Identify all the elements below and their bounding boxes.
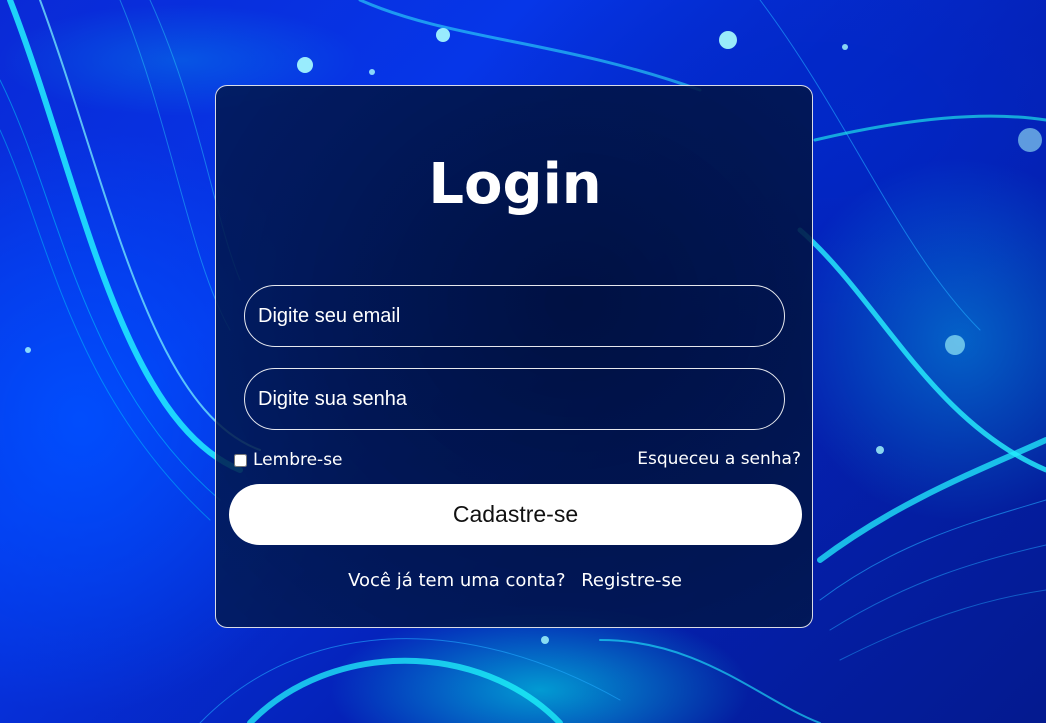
- remember-checkbox[interactable]: [234, 453, 247, 467]
- email-field[interactable]: [244, 285, 785, 347]
- account-prompt-text: Você já tem uma conta?: [348, 570, 566, 591]
- signup-button[interactable]: Cadastre-se: [229, 484, 802, 545]
- register-link[interactable]: Registre-se: [581, 570, 682, 591]
- remember-me[interactable]: Lembre-se: [234, 450, 343, 470]
- account-prompt: Você já tem uma conta? Registre-se: [0, 570, 1030, 591]
- forgot-password-link[interactable]: Esqueceu a senha?: [637, 449, 801, 469]
- remember-label: Lembre-se: [253, 450, 343, 470]
- password-field[interactable]: [244, 368, 785, 430]
- page-title: Login: [428, 152, 602, 217]
